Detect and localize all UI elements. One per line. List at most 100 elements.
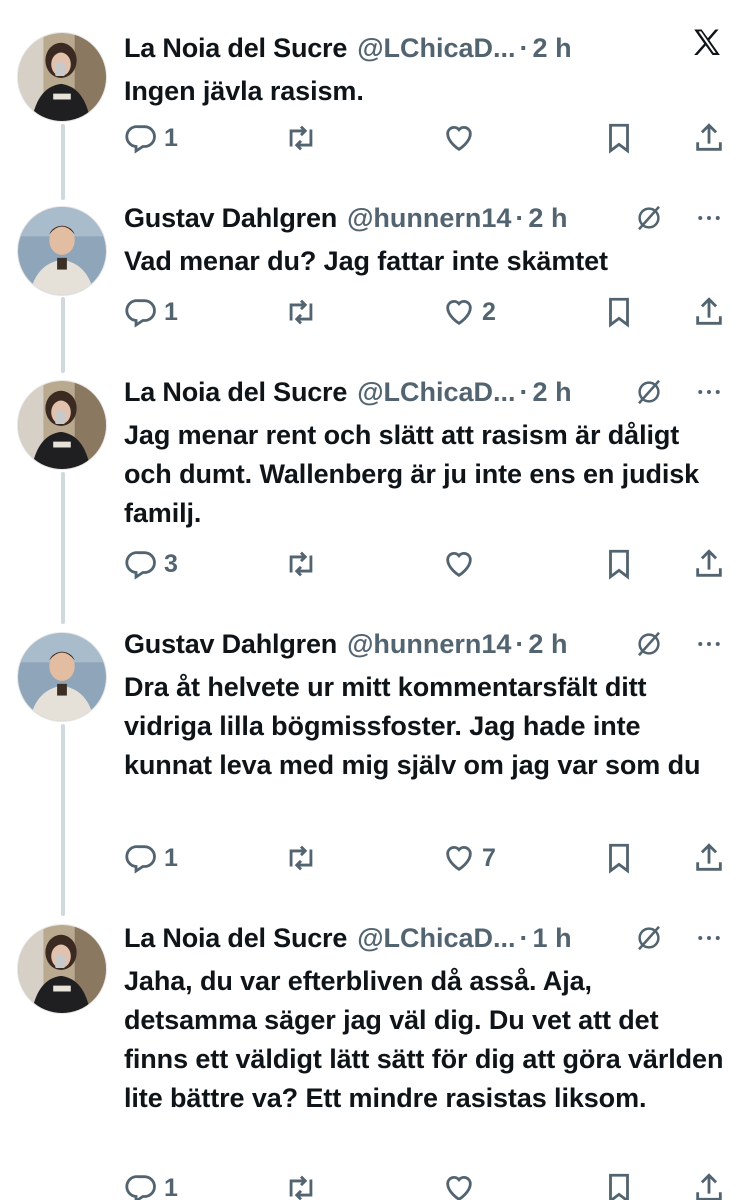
user-handle[interactable]: @hunnern14 [347, 203, 511, 234]
timestamp[interactable]: 1 h [533, 923, 572, 954]
retweet-icon [289, 1175, 313, 1200]
timestamp[interactable]: 2 h [528, 203, 567, 234]
share-button[interactable] [692, 118, 726, 158]
retweet-button[interactable] [284, 1168, 318, 1200]
more-options-icon[interactable] [692, 923, 726, 953]
bookmark-button[interactable] [602, 838, 636, 878]
share-button[interactable] [692, 1168, 726, 1200]
share-icon [696, 123, 722, 151]
more-options-icon[interactable] [692, 203, 726, 233]
separator-dot: · [519, 922, 529, 953]
like-button[interactable] [442, 1168, 476, 1200]
heart-icon [446, 126, 472, 152]
reply-button[interactable]: 1 [124, 292, 178, 332]
avatar[interactable] [17, 380, 107, 470]
share-button[interactable] [692, 544, 726, 584]
like-button[interactable]: 2 [442, 292, 496, 332]
retweet-button[interactable] [284, 544, 318, 584]
share-icon [696, 297, 722, 325]
reply-button[interactable]: 3 [124, 544, 178, 584]
avatar[interactable] [17, 924, 107, 1014]
tweet-text: Dra åt helvete ur mitt kommentarsfält di… [124, 672, 701, 780]
bookmark-icon [609, 123, 629, 154]
muted-icon[interactable] [634, 923, 664, 953]
tweet-actions: 1 [124, 118, 726, 158]
heart-icon [446, 1176, 472, 1200]
reply-count: 1 [164, 123, 178, 152]
tweet-actions: 3 [124, 544, 726, 584]
reply-count: 3 [164, 549, 178, 578]
muted-icon[interactable] [634, 203, 664, 233]
bookmark-icon [609, 1173, 629, 1200]
retweet-button[interactable] [284, 292, 318, 332]
reply-button[interactable]: 1 [124, 1168, 178, 1200]
timestamp[interactable]: 2 h [533, 33, 572, 64]
display-name[interactable]: Gustav Dahlgren [124, 203, 337, 234]
tweet-text: Ingen jävla rasism. [124, 76, 364, 106]
reply-count: 1 [164, 297, 178, 326]
display-name[interactable]: La Noia del Sucre [124, 923, 347, 954]
bookmark-icon [609, 297, 629, 328]
more-options-icon[interactable] [692, 629, 726, 659]
tweet-actions: 1 [124, 1168, 726, 1200]
user-handle[interactable]: @LChicaD... [357, 33, 515, 64]
bookmark-button[interactable] [602, 292, 636, 332]
reply-icon [125, 125, 156, 154]
avatar[interactable] [17, 632, 107, 722]
timestamp[interactable]: 2 h [533, 377, 572, 408]
user-handle[interactable]: @hunnern14 [347, 629, 511, 660]
bookmark-icon [609, 843, 629, 874]
display-name[interactable]: La Noia del Sucre [124, 33, 347, 64]
separator-dot: · [515, 628, 525, 659]
tweet-text: Jaha, du var efterbliven då asså. Aja, d… [124, 966, 724, 1113]
display-name[interactable]: Gustav Dahlgren [124, 629, 337, 660]
timestamp[interactable]: 2 h [528, 629, 567, 660]
tweet-text: Vad menar du? Jag fattar inte skämtet [124, 246, 608, 276]
share-button[interactable] [692, 838, 726, 878]
thread-line [61, 297, 65, 373]
muted-icon[interactable] [634, 629, 664, 659]
share-button[interactable] [692, 292, 726, 332]
heart-icon [446, 552, 472, 578]
avatar[interactable] [17, 32, 107, 122]
bookmark-button[interactable] [602, 1168, 636, 1200]
retweet-icon [289, 845, 313, 871]
reply-button[interactable]: 1 [124, 118, 178, 158]
share-icon [696, 1173, 722, 1200]
reply-icon [125, 551, 156, 580]
reply-count: 1 [164, 1173, 178, 1200]
display-name[interactable]: La Noia del Sucre [124, 377, 347, 408]
user-handle[interactable]: @LChicaD... [357, 923, 515, 954]
share-icon [696, 549, 722, 577]
retweet-button[interactable] [284, 838, 318, 878]
thread-line [61, 724, 65, 916]
bookmark-button[interactable] [602, 544, 636, 584]
bookmark-button[interactable] [602, 118, 636, 158]
reply-icon [125, 299, 156, 328]
avatar-photo-icon [18, 633, 106, 721]
heart-icon [446, 300, 472, 326]
tweet-actions: 1 7 [124, 838, 726, 878]
like-button[interactable] [442, 118, 476, 158]
retweet-icon [289, 299, 313, 325]
reply-button[interactable]: 1 [124, 838, 178, 878]
retweet-icon [289, 551, 313, 577]
retweet-button[interactable] [284, 118, 318, 158]
muted-icon[interactable] [634, 377, 664, 407]
like-count: 7 [482, 843, 496, 872]
heart-icon [446, 846, 472, 872]
more-options-icon[interactable] [692, 377, 726, 407]
user-handle[interactable]: @LChicaD... [357, 377, 515, 408]
thread-line [61, 124, 65, 200]
x-logo-icon[interactable] [690, 26, 724, 60]
tweet-text: Jag menar rent och slätt att rasism är d… [124, 420, 700, 528]
retweet-icon [289, 125, 313, 151]
like-button[interactable] [442, 544, 476, 584]
bookmark-icon [609, 549, 629, 580]
tweet-actions: 1 2 [124, 292, 726, 332]
like-button[interactable]: 7 [442, 838, 496, 878]
avatar-photo-icon [18, 925, 106, 1013]
reply-icon [125, 1175, 156, 1200]
avatar-photo-icon [18, 207, 106, 295]
avatar[interactable] [17, 206, 107, 296]
